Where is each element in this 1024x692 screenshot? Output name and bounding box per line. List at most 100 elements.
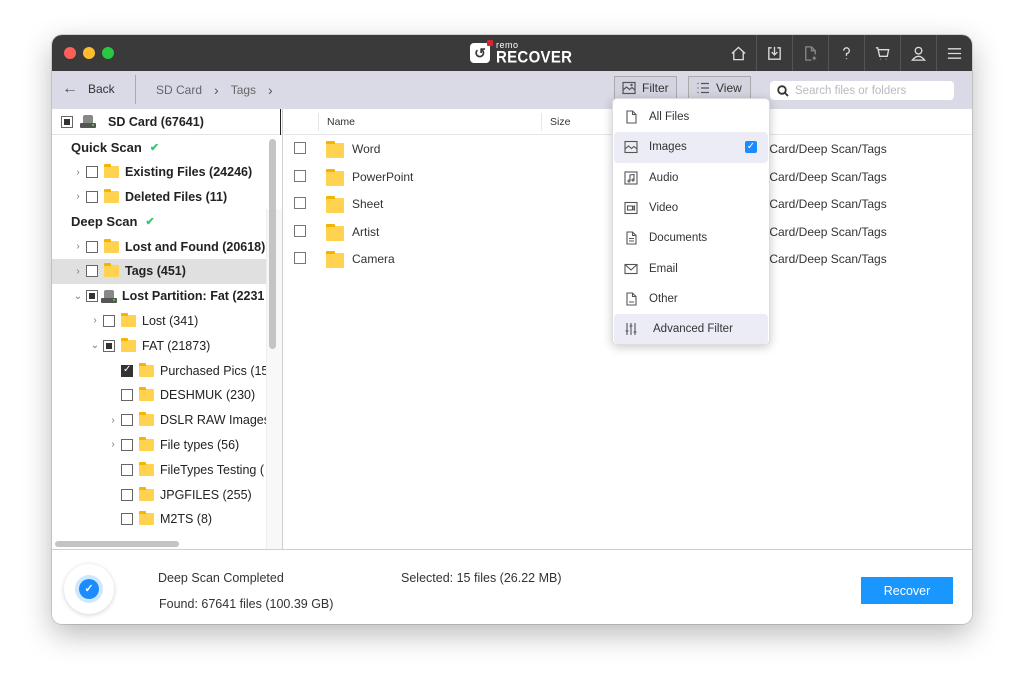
tree-item[interactable]: ⌄ FAT (21873) <box>52 333 282 358</box>
row-path: ) Card/Deep Scan/Tags <box>762 224 887 239</box>
pane-divider-handle[interactable] <box>280 109 281 135</box>
folder-icon <box>104 238 119 253</box>
row-checkbox[interactable] <box>294 197 306 210</box>
save-session-icon[interactable] <box>756 35 792 71</box>
breadcrumb-item[interactable]: SD Card <box>156 83 202 97</box>
tree-item[interactable]: FileTypes Testing ( <box>52 457 282 482</box>
search-input[interactable] <box>795 84 945 97</box>
chevron-right-icon[interactable]: › <box>73 191 83 202</box>
tree-item[interactable]: › Lost (341) <box>52 309 282 334</box>
tree-checkbox[interactable] <box>121 414 133 427</box>
tree-checkbox[interactable] <box>86 240 98 253</box>
view-button[interactable]: View <box>688 76 751 100</box>
column-divider[interactable] <box>541 113 542 131</box>
sliders-icon <box>624 322 638 336</box>
root-checkbox[interactable] <box>61 115 73 128</box>
tree-checkbox[interactable] <box>86 166 98 179</box>
cart-icon[interactable] <box>864 35 900 71</box>
row-checkbox[interactable] <box>294 142 306 154</box>
tree-checkbox[interactable] <box>121 389 133 402</box>
tree-root[interactable]: SD Card (67641) <box>52 109 282 135</box>
tree-item[interactable]: › Existing Files (24246) <box>52 160 282 185</box>
chevron-down-icon[interactable]: ⌄ <box>90 340 100 351</box>
folder-icon <box>326 196 344 214</box>
title-actions <box>720 35 972 71</box>
tree-item-selected[interactable]: › Tags (451) <box>52 258 282 284</box>
folder-icon <box>104 263 119 278</box>
row-checkbox[interactable] <box>294 169 306 182</box>
pane-divider[interactable] <box>282 109 283 549</box>
row-checkbox[interactable] <box>294 252 306 265</box>
tree-checkbox[interactable] <box>103 314 115 327</box>
home-icon[interactable] <box>720 35 756 71</box>
tree-checkbox[interactable] <box>86 290 98 303</box>
tree-item[interactable]: › Deleted Files (11) <box>52 185 282 210</box>
tree-item[interactable]: M2TS (8) <box>52 507 282 532</box>
chevron-right-icon[interactable]: › <box>73 167 83 178</box>
breadcrumb-item[interactable]: Tags <box>231 83 256 97</box>
filter-option-video[interactable]: Video <box>614 193 768 223</box>
close-window-button[interactable] <box>64 47 76 59</box>
search-icon <box>777 84 789 97</box>
chevron-right-icon[interactable]: › <box>73 266 83 277</box>
search-box <box>770 81 954 100</box>
user-icon[interactable] <box>900 35 936 71</box>
image-icon <box>622 81 636 95</box>
row-path: ) Card/Deep Scan/Tags <box>762 142 887 156</box>
tree-checkbox[interactable] <box>86 265 98 278</box>
menu-icon[interactable] <box>936 35 972 71</box>
tree-item-label: Tags (451) <box>125 264 186 279</box>
tree-checkbox-checked[interactable] <box>121 364 133 377</box>
tree-checkbox[interactable] <box>121 513 133 526</box>
column-size[interactable]: Size <box>550 116 570 128</box>
tree-item[interactable]: Purchased Pics (15 <box>52 358 282 383</box>
back-button[interactable]: ← Back <box>62 80 115 98</box>
tree-item[interactable]: DESHMUK (230) <box>52 383 282 408</box>
tree-checkbox[interactable] <box>121 438 133 451</box>
filter-option-email[interactable]: Email <box>614 253 768 283</box>
document-icon <box>624 231 638 245</box>
audio-icon <box>624 171 638 185</box>
filter-option-audio[interactable]: Audio <box>614 163 768 193</box>
tree-item[interactable]: ⌄ Lost Partition: Fat (2231 <box>52 284 282 309</box>
new-file-icon[interactable] <box>792 35 828 71</box>
filter-option-documents[interactable]: Documents <box>614 223 768 253</box>
tree-item-label: File types (56) <box>160 437 240 452</box>
folder-icon <box>139 461 154 476</box>
filter-option-other[interactable]: Other <box>614 284 768 314</box>
filter-option-images[interactable]: Images ✓ <box>614 132 768 163</box>
selected-checkbox-icon[interactable]: ✓ <box>745 141 757 154</box>
zoom-window-button[interactable] <box>102 47 114 59</box>
row-checkbox[interactable] <box>294 224 306 237</box>
tree-item[interactable]: JPGFILES (255) <box>52 482 282 507</box>
tree-checkbox[interactable] <box>121 463 133 476</box>
filter-button[interactable]: Filter <box>614 76 677 100</box>
email-icon <box>624 262 638 276</box>
chevron-right-icon[interactable]: › <box>90 315 100 326</box>
tree-horizontal-scrollbar[interactable] <box>55 541 179 547</box>
check-circle-icon: ✓ <box>79 579 99 599</box>
toolbar-divider <box>135 75 136 104</box>
advanced-filter-option[interactable]: Advanced Filter <box>614 314 768 345</box>
column-divider[interactable] <box>318 113 319 131</box>
tree-item[interactable]: › File types (56) <box>52 433 282 458</box>
tree-item[interactable]: › Lost and Found (20618) <box>52 234 282 259</box>
folder-icon <box>139 387 154 402</box>
chevron-right-icon[interactable]: › <box>73 241 83 252</box>
tree-vertical-scrollbar[interactable] <box>269 139 276 349</box>
column-name[interactable]: Name <box>327 116 355 128</box>
chevron-right-icon[interactable]: › <box>108 415 118 426</box>
tree-item[interactable]: › DSLR RAW Images <box>52 408 282 433</box>
folder-icon <box>326 223 344 241</box>
help-icon[interactable] <box>828 35 864 71</box>
chevron-down-icon[interactable]: ⌄ <box>73 291 83 302</box>
tree-checkbox[interactable] <box>103 339 115 352</box>
filter-option-all-files[interactable]: All Files <box>614 102 768 132</box>
tree-checkbox[interactable] <box>86 190 98 203</box>
tree-checkbox[interactable] <box>121 488 133 501</box>
chevron-right-icon[interactable]: › <box>108 439 118 450</box>
recover-button[interactable]: Recover <box>861 577 953 604</box>
deep-scan-label: Deep Scan <box>71 214 138 230</box>
minimize-window-button[interactable] <box>83 47 95 59</box>
toolbar: ← Back SD Card › Tags › Filter View <box>52 71 972 109</box>
